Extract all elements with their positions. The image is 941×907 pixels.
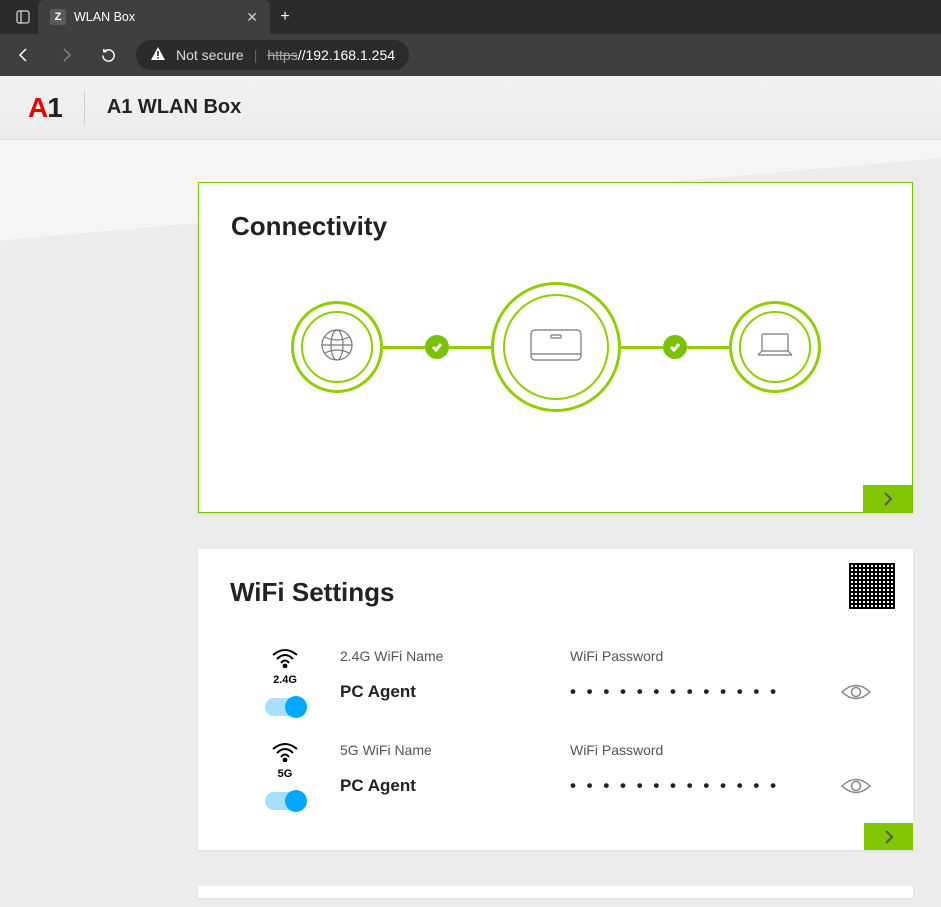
page-header: A1 A1 WLAN Box [0, 76, 941, 140]
connectivity-diagram [231, 282, 880, 412]
url-protocol: https [267, 47, 297, 63]
not-secure-label: Not secure [176, 47, 244, 63]
band-label: 2.4G [273, 674, 297, 686]
link-line [687, 346, 729, 349]
device-node [729, 301, 821, 393]
wifi-name-value: PC Agent [340, 776, 570, 796]
url-field[interactable]: Not secure | https//192.168.1.254 [136, 40, 409, 70]
wifi-name-value: PC Agent [340, 682, 570, 702]
router-node [491, 282, 621, 412]
router-icon [525, 324, 587, 371]
url-separator: | [254, 47, 258, 63]
wifi-icon [271, 648, 299, 668]
tab-actions-button[interactable] [8, 2, 38, 32]
internet-node [291, 301, 383, 393]
wifi-settings-title: WiFi Settings [230, 577, 881, 608]
link-line [449, 346, 491, 349]
wifi-settings-card: WiFi Settings 2.4G 2.4G WiFi Name PC Age… [198, 549, 913, 850]
wifi-band-5g: 5G [230, 742, 340, 810]
wifi-password-label: WiFi Password [570, 742, 840, 758]
wifi-band-24g: 2.4G [230, 648, 340, 716]
band-label: 5G [278, 768, 293, 780]
back-button[interactable] [10, 41, 38, 69]
a1-logo: A1 [28, 92, 62, 124]
wifi-row-5g: 5G 5G WiFi Name PC Agent WiFi Password •… [230, 742, 881, 810]
new-tab-button[interactable]: + [270, 8, 300, 26]
next-card-peek [198, 886, 913, 898]
expand-wifi-button[interactable] [864, 823, 913, 850]
tab-favicon: Z [50, 9, 66, 25]
connectivity-title: Connectivity [231, 211, 880, 242]
show-password-button[interactable] [840, 681, 900, 708]
page: A1 A1 WLAN Box Connectivity [0, 76, 941, 907]
check-icon [663, 335, 687, 359]
content: Connectivity [0, 140, 941, 898]
wifi-password-value: • • • • • • • • • • • • • [570, 776, 840, 796]
browser-chrome: Z WLAN Box ✕ + Not secure | https//192.1… [0, 0, 941, 76]
tab-bar: Z WLAN Box ✕ + [0, 0, 941, 34]
wifi-password-value: • • • • • • • • • • • • • [570, 682, 840, 702]
tab-title: WLAN Box [74, 10, 238, 24]
forward-button[interactable] [52, 41, 80, 69]
laptop-icon [754, 330, 796, 365]
wifi-24g-toggle[interactable] [265, 698, 305, 716]
wifi-name-label: 5G WiFi Name [340, 742, 570, 758]
address-bar: Not secure | https//192.168.1.254 [0, 34, 941, 76]
url-host: //192.168.1.254 [298, 47, 395, 63]
wifi-name-label: 2.4G WiFi Name [340, 648, 570, 664]
page-title: A1 WLAN Box [107, 96, 241, 119]
close-tab-icon[interactable]: ✕ [246, 9, 258, 26]
not-secure-icon [150, 46, 166, 65]
expand-connectivity-button[interactable] [863, 485, 912, 512]
wifi-password-label: WiFi Password [570, 648, 840, 664]
check-icon [425, 335, 449, 359]
browser-tab[interactable]: Z WLAN Box ✕ [38, 0, 270, 34]
wifi-5g-toggle[interactable] [265, 792, 305, 810]
wifi-icon [271, 742, 299, 762]
wifi-row-24g: 2.4G 2.4G WiFi Name PC Agent WiFi Passwo… [230, 648, 881, 716]
connectivity-card: Connectivity [198, 182, 913, 513]
show-password-button[interactable] [840, 775, 900, 802]
refresh-button[interactable] [94, 41, 122, 69]
link-line [383, 346, 425, 349]
header-divider [84, 91, 85, 125]
link-line [621, 346, 663, 349]
globe-icon [317, 325, 357, 370]
qr-code-icon[interactable] [849, 563, 895, 609]
